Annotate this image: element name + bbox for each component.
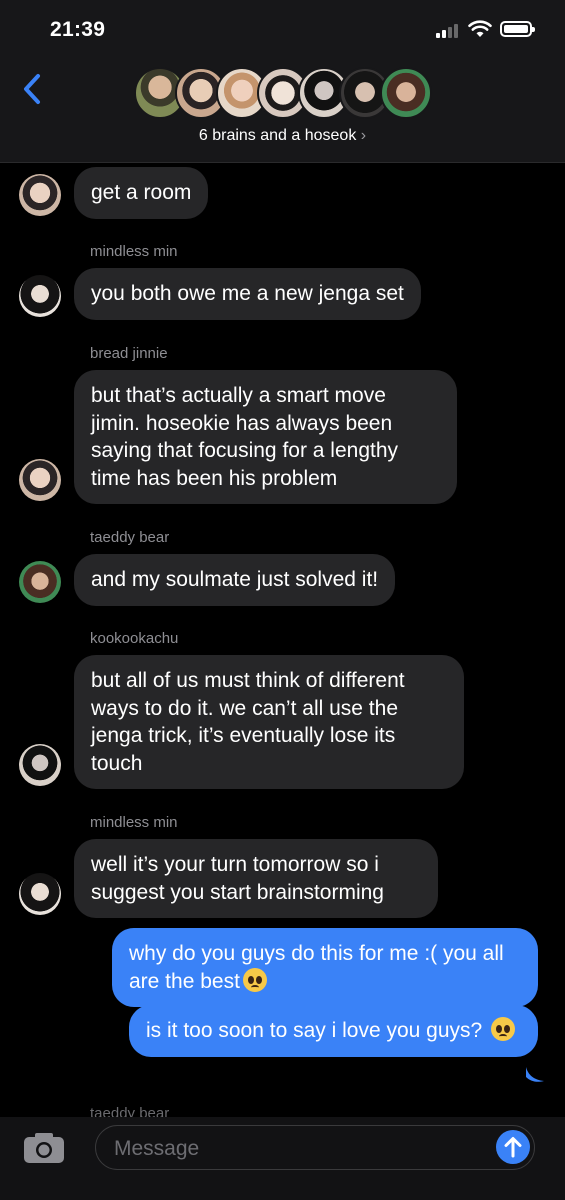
group-name[interactable]: 6 brains and a hoseok › [0, 127, 565, 145]
message-bubble[interactable]: and my soulmate just solved it! [74, 554, 396, 606]
message-input[interactable]: Message [95, 1125, 535, 1170]
send-button[interactable] [496, 1130, 530, 1164]
cellular-signal-icon [436, 22, 462, 38]
message-text: why do you guys do this for me :( you al… [129, 942, 504, 993]
avatar [19, 873, 61, 915]
avatar [19, 459, 61, 501]
avatar [19, 275, 61, 317]
message-list[interactable]: get a room mindless min you both owe me … [0, 162, 565, 1117]
group-avatars[interactable] [134, 67, 434, 123]
sender-name: taeddy bear [90, 529, 170, 546]
back-chevron-icon[interactable] [18, 72, 48, 106]
conversation-header: 6 brains and a hoseok › [0, 60, 565, 163]
outgoing-message-bubble[interactable]: why do you guys do this for me :( you al… [112, 928, 538, 1007]
sender-name: mindless min [90, 243, 178, 260]
avatar [19, 744, 61, 786]
sender-name: mindless min [90, 814, 178, 831]
message-bubble[interactable]: but that’s actually a smart move jimin. … [74, 370, 457, 504]
avatar [380, 67, 432, 119]
compose-bar: Message [0, 1117, 565, 1200]
camera-icon[interactable] [22, 1131, 66, 1165]
battery-icon [500, 21, 535, 37]
bubble-tail [526, 1067, 544, 1082]
chevron-right-icon: › [360, 127, 367, 144]
sender-name: kookookachu [90, 630, 179, 647]
status-time: 21:39 [50, 18, 106, 41]
message-input-placeholder: Message [114, 1137, 200, 1160]
pleading-face-emoji-icon [242, 967, 267, 992]
message-bubble[interactable]: well it’s your turn tomorrow so i sugges… [74, 839, 438, 918]
arrow-up-icon [504, 1137, 522, 1158]
avatar [19, 561, 61, 603]
sender-name-partial: taeddy bear [90, 1105, 170, 1117]
avatar [19, 174, 61, 216]
message-bubble[interactable]: but all of us must think of different wa… [74, 655, 464, 789]
outgoing-message-bubble[interactable]: is it too soon to say i love you guys? [129, 1005, 538, 1057]
pleading-face-emoji-icon [491, 1017, 516, 1041]
status-bar: 21:39 [0, 0, 565, 60]
group-title: 6 brains and a hoseok [198, 127, 357, 144]
sender-name: bread jinnie [90, 345, 168, 362]
message-bubble[interactable]: get a room [74, 167, 209, 219]
message-text: is it too soon to say i love you guys? [146, 1019, 483, 1042]
wifi-icon [468, 20, 492, 37]
message-bubble[interactable]: you both owe me a new jenga set [74, 268, 421, 320]
